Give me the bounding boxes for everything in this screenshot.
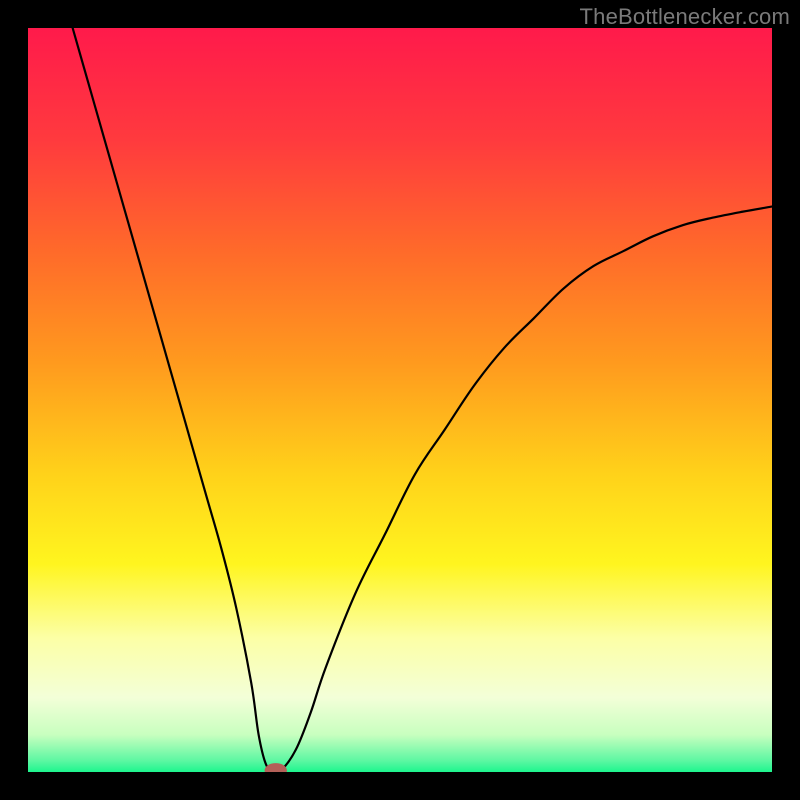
gradient-background <box>28 28 772 772</box>
bottleneck-chart <box>28 28 772 772</box>
chart-frame: TheBottlenecker.com <box>0 0 800 800</box>
plot-area <box>28 28 772 772</box>
watermark-text: TheBottlenecker.com <box>580 4 790 30</box>
